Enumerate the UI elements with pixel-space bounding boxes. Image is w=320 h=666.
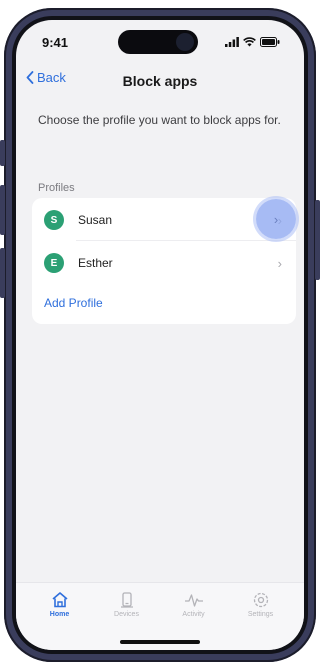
profile-name: Esther — [78, 256, 113, 270]
divider — [76, 240, 296, 241]
avatar: E — [44, 253, 64, 273]
devices-icon — [120, 592, 133, 608]
volume-down-button — [0, 248, 5, 298]
activity-icon — [184, 594, 203, 607]
power-button — [315, 200, 320, 280]
tab-label: Devices — [114, 611, 139, 618]
status-icons — [225, 37, 280, 47]
chevron-left-icon — [26, 71, 34, 84]
tab-label: Home — [49, 611, 70, 618]
home-indicator — [120, 640, 200, 644]
section-label-profiles: Profiles — [38, 182, 75, 194]
page-title: Block apps — [122, 73, 198, 89]
tab-label: Activity — [182, 611, 205, 618]
camera-icon — [176, 33, 194, 51]
home-icon — [51, 592, 68, 608]
tab-settings[interactable]: Settings — [233, 589, 289, 650]
tab-label: Settings — [247, 611, 274, 618]
screen: 9:41 Back Block apps Choose the profile … — [16, 20, 304, 650]
signal-icon — [225, 37, 239, 47]
mute-switch — [0, 140, 5, 166]
tab-home[interactable]: Home — [32, 589, 88, 650]
settings-icon — [253, 592, 268, 608]
profile-name: Susan — [78, 213, 113, 227]
wifi-icon — [243, 37, 256, 47]
add-profile-link[interactable]: Add Profile — [44, 296, 103, 310]
battery-icon — [260, 37, 280, 47]
back-button[interactable]: Back — [26, 70, 66, 85]
navigation-bar: Back Block apps — [16, 64, 304, 98]
chevron-right-icon: › — [277, 255, 282, 271]
avatar: S — [44, 210, 64, 230]
phone-bezel: 9:41 Back Block apps Choose the profile … — [12, 16, 308, 654]
status-time: 9:41 — [42, 34, 69, 50]
dynamic-island — [118, 30, 198, 54]
volume-up-button — [0, 185, 5, 235]
chevron-right-icon: › — [273, 211, 279, 227]
intro-text: Choose the profile you want to block app… — [38, 113, 281, 127]
tap-highlight[interactable]: › — [256, 199, 296, 239]
back-label: Back — [37, 70, 66, 85]
profile-row-esther[interactable]: E Esther › — [32, 243, 296, 283]
